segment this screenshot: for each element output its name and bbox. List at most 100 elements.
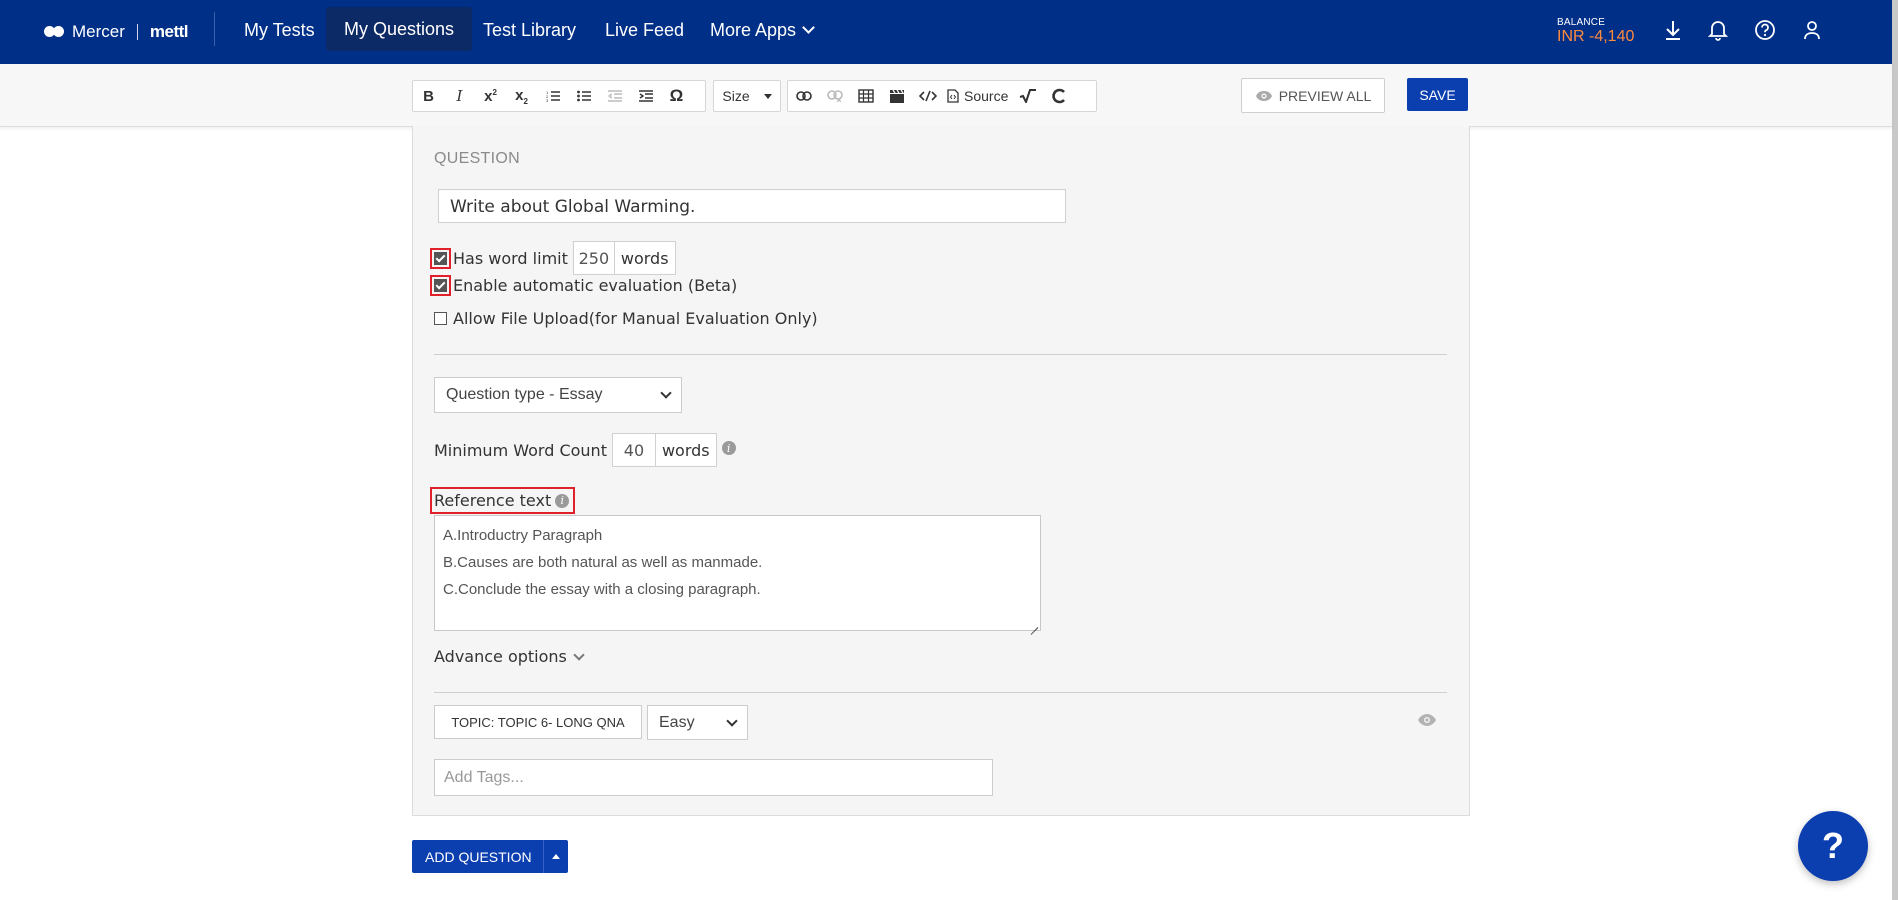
brand-mercer: Mercer	[72, 22, 125, 41]
help-chat-button[interactable]: ?	[1798, 811, 1868, 881]
min-word-count-unit: words	[661, 440, 710, 460]
math-formula-icon[interactable]	[1012, 81, 1043, 111]
brand-mettl: mettl	[149, 22, 189, 41]
eye-icon	[1255, 90, 1272, 101]
balance-amount: INR -4,140	[1557, 28, 1635, 45]
question-text-input[interactable]: Write about Global Warming.	[438, 189, 1066, 223]
nav-divider	[214, 12, 215, 46]
eye-icon[interactable]	[1417, 713, 1437, 732]
word-limit-input[interactable]: 250	[574, 242, 615, 274]
bold-icon[interactable]: B	[413, 81, 444, 111]
min-word-count-input-group: 40 words	[611, 433, 717, 467]
logo-divider	[136, 24, 138, 40]
numbered-list-icon[interactable]: 123	[537, 81, 568, 111]
reference-text-header: Reference text i	[429, 487, 576, 514]
table-icon[interactable]	[850, 81, 881, 111]
nav-my-questions[interactable]: My Questions	[326, 7, 473, 51]
chevron-down-icon	[726, 714, 738, 727]
min-word-count-info-icon[interactable]: i	[721, 441, 736, 455]
question-type-select[interactable]: Question type - Essay	[434, 377, 682, 413]
difficulty-select[interactable]: Easy	[647, 705, 748, 740]
download-icon[interactable]	[1659, 16, 1687, 44]
reference-line: B.Causes are both natural as well as man…	[443, 554, 763, 571]
source-button[interactable]: Source	[943, 81, 1012, 111]
nav-my-tests[interactable]: My Tests	[244, 0, 315, 64]
chevron-down-icon	[660, 387, 672, 399]
auto-evaluation-row: Enable automatic evaluation (Beta)	[430, 275, 738, 296]
section-divider	[434, 692, 1447, 693]
mercer-mettl-logo[interactable]: Mercer mettl	[44, 21, 189, 43]
add-question-label: ADD QUESTION	[425, 848, 532, 865]
preview-all-label: PREVIEW ALL	[1278, 87, 1372, 104]
add-tags-input[interactable]: Add Tags...	[434, 759, 993, 796]
font-size-label: Size	[722, 88, 750, 104]
chevron-down-icon	[573, 648, 585, 661]
outdent-icon[interactable]	[599, 81, 630, 111]
balance-display: BALANCE INR -4,140	[1557, 17, 1634, 46]
auto-evaluation-checkbox[interactable]	[430, 275, 451, 296]
italic-icon[interactable]: I	[444, 81, 475, 111]
reference-text-area[interactable]: A.Introductry Paragraph B.Causes are bot…	[434, 515, 1041, 631]
word-limit-unit: words	[620, 248, 669, 268]
topic-button[interactable]: TOPIC: TOPIC 6- LONG QNA	[434, 705, 642, 739]
nav-more-apps[interactable]: More Apps	[710, 0, 815, 64]
reference-text-info-icon[interactable]: i	[555, 493, 570, 508]
section-divider	[434, 354, 1447, 355]
page-scrollbar[interactable]	[1892, 0, 1898, 900]
special-character-omega-icon[interactable]: Ω	[661, 81, 692, 111]
file-upload-checkbox[interactable]	[434, 312, 447, 325]
mercer-logo-icon	[44, 25, 66, 39]
question-type-value: Question type - Essay	[446, 386, 603, 403]
file-upload-label: Allow File Upload(for Manual Evaluation …	[453, 309, 818, 328]
word-limit-label: Has word limit	[453, 248, 568, 268]
font-size-dropdown[interactable]: Size	[713, 80, 781, 112]
notification-bell-icon[interactable]	[1704, 16, 1732, 44]
scrollbar-thumb[interactable]	[1892, 0, 1898, 900]
min-word-count-row: Minimum Word Count 40 words i	[434, 433, 736, 467]
word-limit-checkbox[interactable]	[430, 247, 451, 269]
chevron-down-icon	[802, 21, 815, 34]
auto-evaluation-label: Enable automatic evaluation (Beta)	[453, 276, 738, 295]
code-snippet-c-icon[interactable]	[1043, 81, 1074, 111]
min-word-count-label: Minimum Word Count	[434, 440, 607, 460]
insert-toolbar-group: Source	[787, 80, 1097, 112]
reference-text-label: Reference text	[434, 491, 552, 510]
caret-down-icon	[763, 93, 772, 99]
help-circle-icon[interactable]	[1751, 16, 1779, 44]
caret-up-icon[interactable]	[544, 854, 568, 859]
link-icon[interactable]	[788, 81, 819, 111]
code-embed-icon[interactable]	[912, 81, 943, 111]
reference-line: C.Conclude the essay with a closing para…	[443, 581, 761, 598]
advance-options-label: Advance options	[434, 647, 567, 666]
add-question-button[interactable]: ADD QUESTION	[412, 840, 568, 873]
difficulty-value: Easy	[659, 713, 695, 731]
user-profile-icon[interactable]	[1798, 16, 1826, 44]
font-size-control: Size	[714, 81, 780, 111]
min-word-count-input[interactable]: 40	[613, 434, 656, 466]
word-limit-row: Has word limit 250 words	[430, 241, 676, 275]
unlink-icon[interactable]	[819, 81, 850, 111]
question-section-label: QUESTION	[434, 150, 520, 167]
advance-options-toggle[interactable]: Advance options	[434, 647, 585, 666]
source-document-icon	[947, 89, 959, 103]
word-limit-input-group: 250 words	[572, 241, 676, 275]
nav-more-apps-label: More Apps	[710, 20, 797, 40]
svg-text:3: 3	[546, 98, 549, 102]
add-tags-placeholder: Add Tags...	[444, 768, 524, 786]
preview-all-button[interactable]: PREVIEW ALL	[1241, 78, 1385, 113]
source-label: Source	[964, 88, 1009, 104]
subscript-icon[interactable]: x2	[506, 81, 537, 111]
file-upload-row: Allow File Upload(for Manual Evaluation …	[434, 309, 818, 328]
video-clapper-icon[interactable]	[881, 81, 912, 111]
nav-test-library[interactable]: Test Library	[483, 0, 576, 64]
resize-handle-icon[interactable]	[1030, 620, 1038, 628]
superscript-icon[interactable]: x2	[475, 81, 506, 111]
top-navigation-bar: Mercer mettl My Tests My Questions Test …	[0, 0, 1892, 64]
indent-icon[interactable]	[630, 81, 661, 111]
bullet-list-icon[interactable]	[568, 81, 599, 111]
text-format-toolbar-group: B I x2 x2 123 Ω	[412, 80, 706, 112]
nav-live-feed[interactable]: Live Feed	[605, 0, 684, 64]
save-button[interactable]: SAVE	[1407, 78, 1468, 111]
balance-label: BALANCE	[1557, 17, 1606, 28]
reference-line: A.Introductry Paragraph	[443, 527, 603, 544]
